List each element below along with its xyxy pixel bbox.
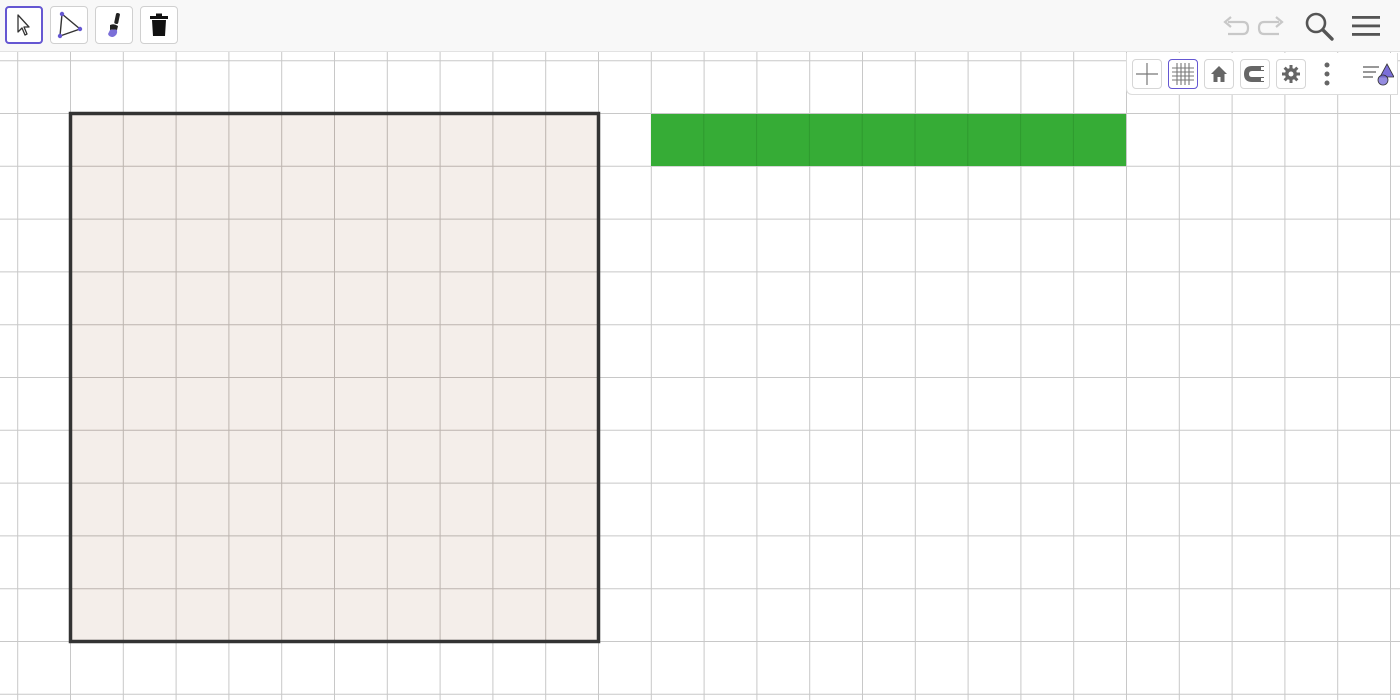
- style-bar-toggle-icon: [1363, 63, 1394, 86]
- show-grid-button[interactable]: [1168, 59, 1198, 89]
- more-options-button[interactable]: [1312, 59, 1342, 89]
- delete-tool-button[interactable]: [140, 6, 178, 44]
- style-tool-button[interactable]: [95, 6, 133, 44]
- gear-icon: [1282, 65, 1300, 83]
- cursor-arrow-icon: [17, 14, 30, 36]
- axes-icon: [1136, 63, 1158, 85]
- home-icon: [1211, 66, 1227, 82]
- more-vertical-icon: [1324, 62, 1330, 86]
- graphics-canvas[interactable]: [0, 52, 1400, 700]
- settings-button[interactable]: [1276, 59, 1306, 89]
- hamburger-menu-icon: [1352, 16, 1380, 36]
- polygon-tool-button[interactable]: [50, 6, 88, 44]
- search-button[interactable]: [1301, 8, 1337, 44]
- undo-icon: [1223, 16, 1250, 36]
- move-tool-button[interactable]: [5, 6, 43, 44]
- redo-icon: [1257, 16, 1284, 36]
- polygon-tool-icon: [57, 11, 83, 39]
- point-capturing-button[interactable]: [1240, 59, 1270, 89]
- undo-button[interactable]: [1217, 8, 1253, 44]
- graphics-style-bar: [1126, 53, 1398, 95]
- main-menu-button[interactable]: [1348, 8, 1384, 44]
- show-axes-button[interactable]: [1132, 59, 1162, 89]
- trash-icon: [150, 13, 168, 36]
- style-bar-toggle-button[interactable]: [1357, 59, 1397, 89]
- green-strip-polygon[interactable]: [651, 114, 1126, 166]
- magnet-icon: [1244, 66, 1264, 82]
- standard-view-button[interactable]: [1204, 59, 1234, 89]
- top-toolbar: [0, 0, 1400, 52]
- redo-button[interactable]: [1254, 8, 1290, 44]
- search-icon: [1305, 12, 1334, 41]
- paintbrush-icon: [108, 12, 120, 37]
- grid-icon: [1172, 63, 1194, 85]
